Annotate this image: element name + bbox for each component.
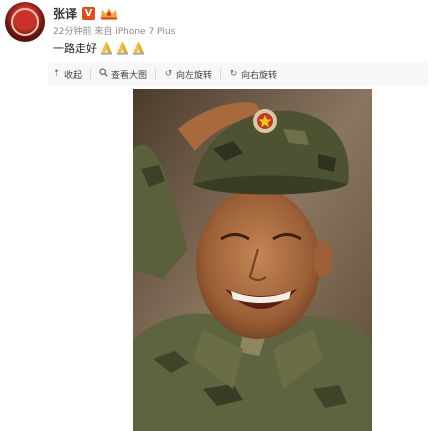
- collapse-arrow-icon: ⇡: [52, 69, 61, 79]
- emoji-group: [99, 41, 146, 55]
- member-crown-icon[interactable]: [100, 7, 118, 20]
- view-large-label: 查看大图: [111, 70, 148, 81]
- post-content: 一路走好: [53, 40, 146, 56]
- avatar[interactable]: [5, 2, 45, 42]
- magnifier-icon: [99, 68, 108, 80]
- rotate-right-icon: ↻: [229, 69, 238, 79]
- folded-hands-icon: [117, 42, 128, 55]
- toolbar-divider: [220, 69, 222, 79]
- post-meta: 22分钟前 来自 iPhone 7 Plus: [53, 24, 175, 37]
- rotate-right-label: 向右旋转: [241, 70, 278, 81]
- rotate-right-button[interactable]: ↻ 向右旋转: [229, 68, 277, 81]
- source-prefix: 来自: [94, 27, 113, 37]
- rotate-left-icon: ↺: [164, 69, 173, 79]
- username[interactable]: 张译: [53, 5, 77, 22]
- rotate-left-button[interactable]: ↺ 向左旋转: [164, 68, 212, 81]
- verified-badge-icon[interactable]: V: [82, 6, 96, 20]
- collapse-label: 收起: [64, 70, 83, 81]
- toolbar-divider: [155, 69, 157, 79]
- collapse-button[interactable]: ⇡ 收起: [52, 68, 82, 81]
- folded-hands-icon: [133, 42, 144, 55]
- toolbar-divider: [90, 69, 92, 79]
- user-row: 张译 V: [53, 4, 118, 22]
- avatar-ring: [11, 8, 39, 36]
- post-source[interactable]: iPhone 7 Plus: [115, 27, 175, 37]
- folded-hands-icon: [101, 42, 112, 55]
- post-text: 一路走好: [53, 42, 97, 55]
- post-time[interactable]: 22分钟前: [53, 27, 91, 37]
- view-large-button[interactable]: 查看大图: [99, 68, 147, 81]
- post-photo[interactable]: [133, 89, 372, 431]
- rotate-left-label: 向左旋转: [176, 70, 213, 81]
- image-toolbar: ⇡ 收起 查看大图 ↺ 向左旋转 ↻ 向右旋转: [48, 62, 428, 86]
